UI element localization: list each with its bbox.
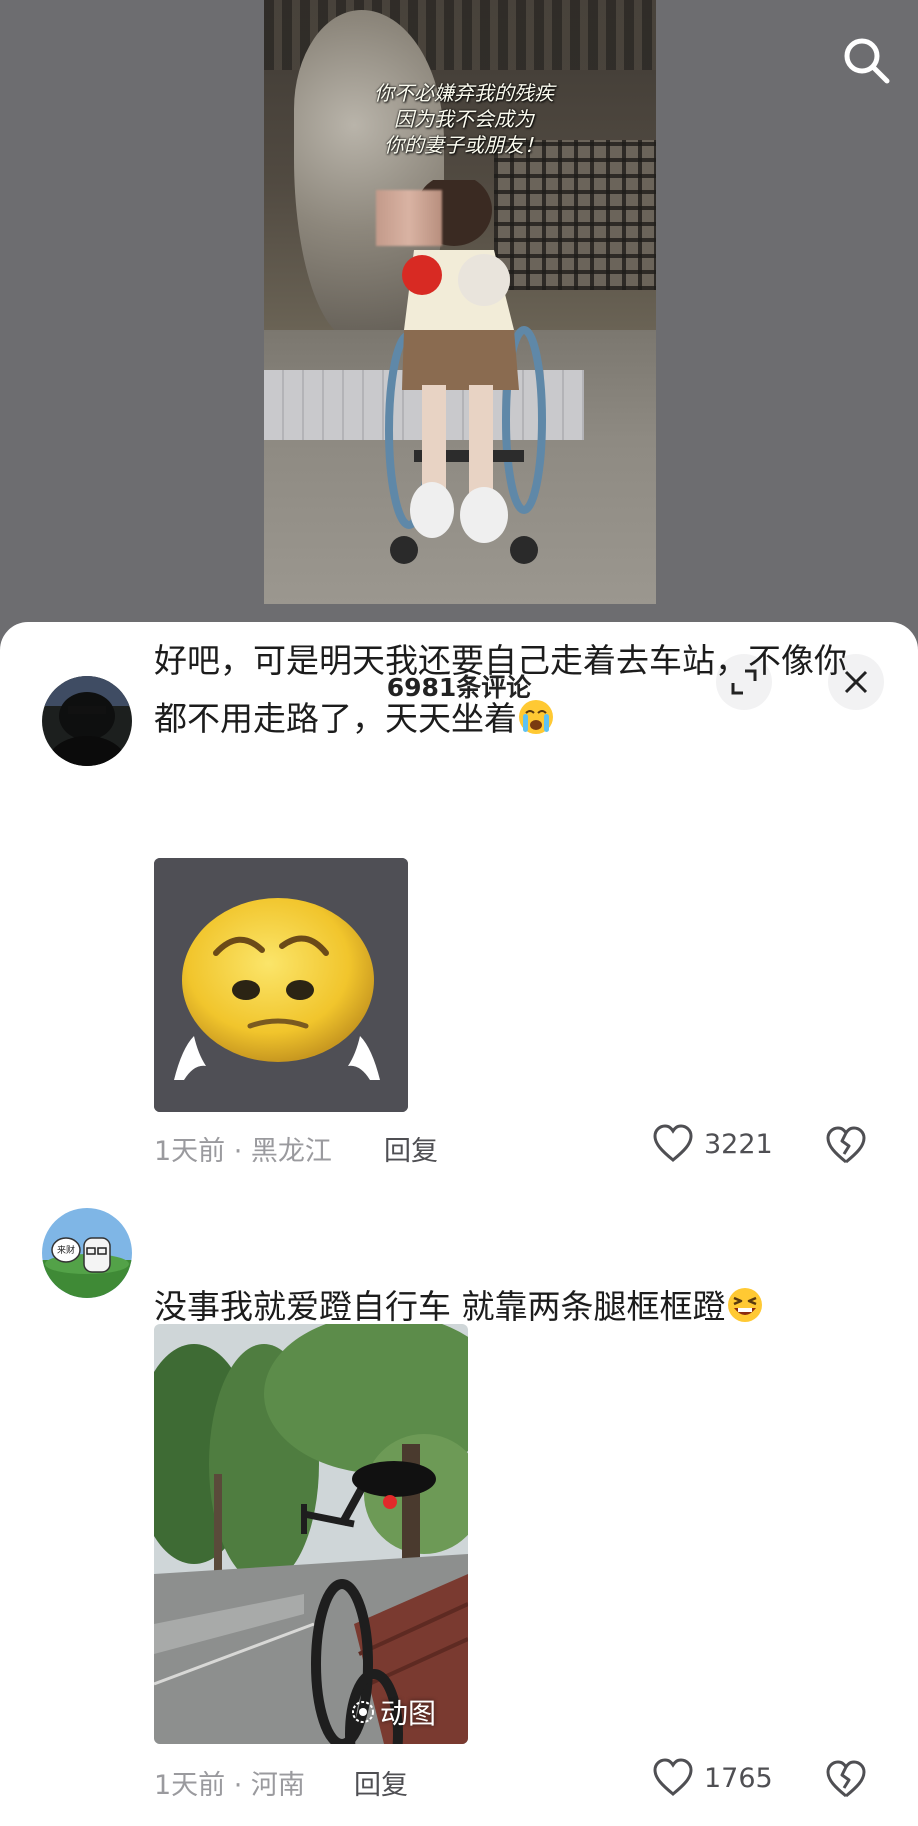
- avatar[interactable]: [42, 676, 132, 766]
- comment-sheet: 6981条评论 好吧，可是明天我还要自己走着去车站，不像你都不用走路了，天天坐着…: [0, 622, 918, 1826]
- avatar[interactable]: 来财: [42, 1208, 132, 1298]
- comment-meta: 1天前 · 黑龙江: [154, 1136, 332, 1167]
- reply-button[interactable]: 回复: [384, 1129, 438, 1168]
- crying-face-emoji-icon: [519, 700, 553, 734]
- like-button[interactable]: 1765: [652, 1758, 773, 1798]
- comment-image[interactable]: 动图: [154, 1324, 468, 1744]
- video-player[interactable]: 你不必嫌弃我的残疾 因为我不会成为 你的妻子或朋友！: [264, 0, 656, 604]
- app-root: 你不必嫌弃我的残疾 因为我不会成为 你的妻子或朋友！ 6981条评论 好吧，可是…: [0, 0, 918, 1826]
- video-caption-line: 你的妻子或朋友！: [384, 133, 544, 157]
- comment-sticker[interactable]: [154, 858, 408, 1112]
- heart-icon: [653, 1758, 693, 1796]
- like-count: 3221: [704, 1128, 773, 1160]
- search-icon: [844, 38, 890, 84]
- comment-body: 好吧，可是明天我还要自己走着去车站，不像你都不用走路了，天天坐着: [154, 641, 847, 738]
- sad-emoji-sticker-icon: [154, 858, 408, 1112]
- broken-heart-icon: [826, 1760, 866, 1798]
- dislike-button[interactable]: [824, 1760, 868, 1800]
- gif-icon: [352, 1701, 374, 1723]
- dislike-button[interactable]: [824, 1126, 868, 1166]
- like-button[interactable]: 3221: [652, 1124, 773, 1164]
- comment-text: 好吧，可是明天我还要自己走着去车站，不像你都不用走路了，天天坐着: [154, 632, 874, 748]
- video-caption: 你不必嫌弃我的残疾 因为我不会成为 你的妻子或朋友！: [334, 80, 594, 158]
- broken-heart-icon: [826, 1126, 866, 1164]
- gif-label: 动图: [380, 1697, 437, 1730]
- gif-badge: 动图: [350, 1692, 436, 1732]
- avatar-image: 来财: [42, 1208, 132, 1298]
- heart-icon: [653, 1124, 693, 1162]
- like-count: 1765: [704, 1762, 773, 1794]
- avatar-text: 来财: [57, 1244, 75, 1256]
- video-caption-line: 因为我不会成为: [394, 107, 534, 131]
- comment-meta: 1天前 · 河南: [154, 1770, 305, 1801]
- search-button[interactable]: [840, 34, 892, 86]
- video-caption-line: 你不必嫌弃我的残疾: [374, 81, 554, 105]
- video-face-mosaic: [376, 190, 442, 246]
- avatar-image: [42, 676, 132, 766]
- reply-button[interactable]: 回复: [354, 1763, 408, 1802]
- bicycle-photo: [154, 1324, 468, 1744]
- laughing-face-emoji-icon: [727, 1288, 762, 1322]
- comment-body: 没事我就爱蹬自行车 就靠两条腿框框蹬: [154, 1287, 726, 1326]
